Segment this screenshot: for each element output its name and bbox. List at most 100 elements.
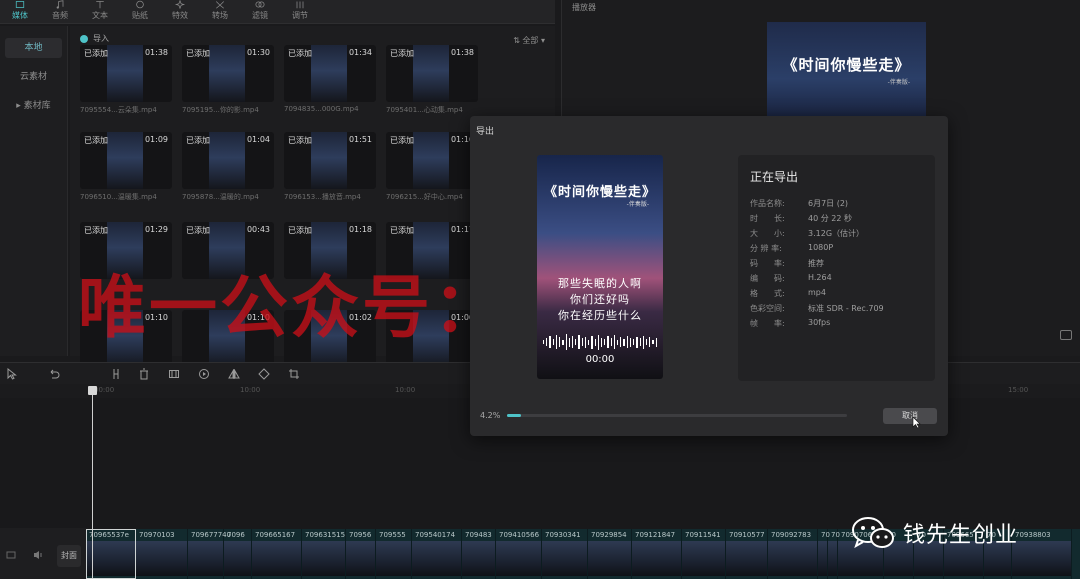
- info-key: 帧 率:: [750, 319, 785, 328]
- media-clip[interactable]: 已添加 01:51: [284, 132, 376, 189]
- delete-icon[interactable]: [138, 368, 150, 380]
- clip-filename: 7094835...000G.mp4: [284, 105, 359, 113]
- media-clip[interactable]: 已添加 01:16: [386, 132, 478, 189]
- timeline-clip-thumbnail: [346, 541, 375, 576]
- timeline-clip[interactable]: 70911541: [682, 529, 726, 579]
- media-nav-item[interactable]: 云素材: [5, 67, 62, 87]
- toolbar-tab-media[interactable]: 媒体: [0, 0, 40, 24]
- timeline-clip[interactable]: 70970103: [136, 529, 188, 579]
- toolbar-tab-transition[interactable]: 转场: [200, 0, 240, 24]
- waveform-bar: [649, 337, 651, 347]
- info-value: 1080P: [808, 243, 834, 252]
- clip-added-tag: 已添加: [84, 226, 108, 235]
- toolbar-tab-label: 转场: [212, 11, 228, 20]
- timeline-clip-thumbnail: [726, 541, 767, 576]
- toolbar-tab-filter[interactable]: 滤镜: [240, 0, 280, 24]
- timeline-clip-label: 709631515: [305, 531, 346, 539]
- media-clip[interactable]: 已添加 01:38: [386, 45, 478, 102]
- timeline-clip-label: 70970103: [139, 531, 175, 539]
- timeline-clip[interactable]: 70910577: [726, 529, 768, 579]
- waveform-bar: [620, 337, 622, 347]
- select-cursor-icon[interactable]: [6, 368, 18, 380]
- timeline-clip-thumbnail: [818, 541, 827, 576]
- track-lock-icon[interactable]: [6, 550, 16, 560]
- poster-title: 《时间你慢些走》: [543, 185, 656, 200]
- fit-screen-icon[interactable]: [1060, 330, 1072, 340]
- timeline-clip-label: 709540174: [415, 531, 456, 539]
- cover-button[interactable]: 封面: [57, 545, 81, 567]
- brand-name: 钱先生创业: [903, 523, 1019, 548]
- info-key: 色彩空间:: [750, 304, 785, 313]
- waveform-bar: [562, 339, 564, 345]
- media-nav-item[interactable]: ▸ 素材库: [5, 96, 62, 116]
- info-key: 码 率:: [750, 259, 785, 268]
- waveform-bar: [617, 339, 619, 345]
- export-info-panel: 正在导出 作品名称: 6月7日 (2) 时 长: 40 分 22 秒大 小: 3.12G…: [738, 155, 935, 381]
- timeline-clip[interactable]: 70930341: [542, 529, 588, 579]
- freeze-frame-icon[interactable]: [168, 368, 180, 380]
- timeline-clip[interactable]: 709121847: [632, 529, 682, 579]
- timeline-clip[interactable]: 70938803: [1012, 529, 1072, 579]
- timeline-clip[interactable]: 709483: [462, 529, 496, 579]
- timeline-clip[interactable]: 709631515: [302, 529, 346, 579]
- export-info-row: 大 小: 3.12G（估计）: [750, 228, 864, 239]
- playhead[interactable]: [88, 386, 97, 579]
- clip-added-tag: 已添加: [186, 226, 210, 235]
- player-preview[interactable]: 《时间你慢些走》 -伴奏版-: [767, 22, 926, 117]
- media-clip[interactable]: 已添加 01:38: [80, 45, 172, 102]
- clip-added-tag: 已添加: [390, 136, 414, 145]
- waveform-bar: [555, 335, 558, 349]
- toolbar-tab-sticker[interactable]: 贴纸: [120, 0, 160, 24]
- timeline-clip-thumbnail: [412, 541, 461, 576]
- toolbar-tab-effects[interactable]: 特效: [160, 0, 200, 24]
- toolbar-tab-adjust[interactable]: 调节: [280, 0, 320, 24]
- clip-duration: 01:38: [450, 48, 474, 57]
- waveform-bar: [636, 336, 638, 348]
- info-value: 3.12G（估计）: [808, 229, 865, 238]
- media-nav-item[interactable]: 本地: [5, 38, 62, 58]
- crop-icon[interactable]: [288, 368, 300, 380]
- waveform-bar: [549, 336, 551, 348]
- waveform-bar: [626, 336, 628, 348]
- timeline-clip[interactable]: 709540174: [412, 529, 462, 579]
- reverse-icon[interactable]: [198, 368, 210, 380]
- clip-filename: 7095878...温暖的.mp4: [182, 193, 259, 201]
- toolbar-tab-label: 文本: [92, 11, 108, 20]
- timeline-clip[interactable]: 709410566: [496, 529, 542, 579]
- text-icon: [96, 1, 104, 9]
- filter-icon: [255, 1, 265, 8]
- toolbar-tab-audio[interactable]: 音频: [40, 0, 80, 24]
- waveform-bar: [646, 339, 648, 345]
- timeline-clip[interactable]: 70956: [346, 529, 376, 579]
- export-info-row: 分 辨 率: 1080P: [750, 243, 833, 254]
- media-clip[interactable]: 已添加 01:30: [182, 45, 274, 102]
- clip-thumbnail: [311, 132, 347, 189]
- timeline-clip[interactable]: 709665167: [252, 529, 302, 579]
- media-clip[interactable]: 已添加 01:34: [284, 45, 376, 102]
- timeline-clip-thumbnail: [136, 541, 187, 576]
- split-icon[interactable]: [110, 368, 122, 380]
- mirror-icon[interactable]: [228, 368, 240, 380]
- timeline-clip-label: 709121847: [635, 531, 676, 539]
- sort-filter-button[interactable]: ⇅ 全部 ▾: [513, 35, 545, 46]
- import-label: 导入: [93, 34, 109, 43]
- timeline-clip-label: 709665167: [255, 531, 296, 539]
- cancel-button[interactable]: 取消: [883, 408, 937, 424]
- info-value: 40 分 22 秒: [808, 214, 852, 223]
- timeline-clip[interactable]: 709092783: [768, 529, 818, 579]
- toolbar-tab-text[interactable]: 文本: [80, 0, 120, 24]
- timeline-clip[interactable]: 709677740: [188, 529, 231, 579]
- undo-icon[interactable]: [48, 368, 60, 380]
- rotate-icon[interactable]: [258, 368, 270, 380]
- timeline-clip[interactable]: 709555: [376, 529, 412, 579]
- media-clip[interactable]: 已添加 01:09: [80, 132, 172, 189]
- media-clip[interactable]: 已添加 01:04: [182, 132, 274, 189]
- timeline-clip[interactable]: 70929854: [588, 529, 632, 579]
- info-key: 大 小:: [750, 229, 785, 238]
- toolbar-tab-label: 滤镜: [252, 11, 268, 20]
- timeline-clip-thumbnail: [632, 541, 681, 576]
- timeline-clip-thumbnail: [682, 541, 725, 576]
- track-audio-icon[interactable]: [33, 550, 44, 560]
- import-button[interactable]: 导入: [80, 33, 109, 44]
- timeline-clip[interactable]: 70: [818, 529, 830, 579]
